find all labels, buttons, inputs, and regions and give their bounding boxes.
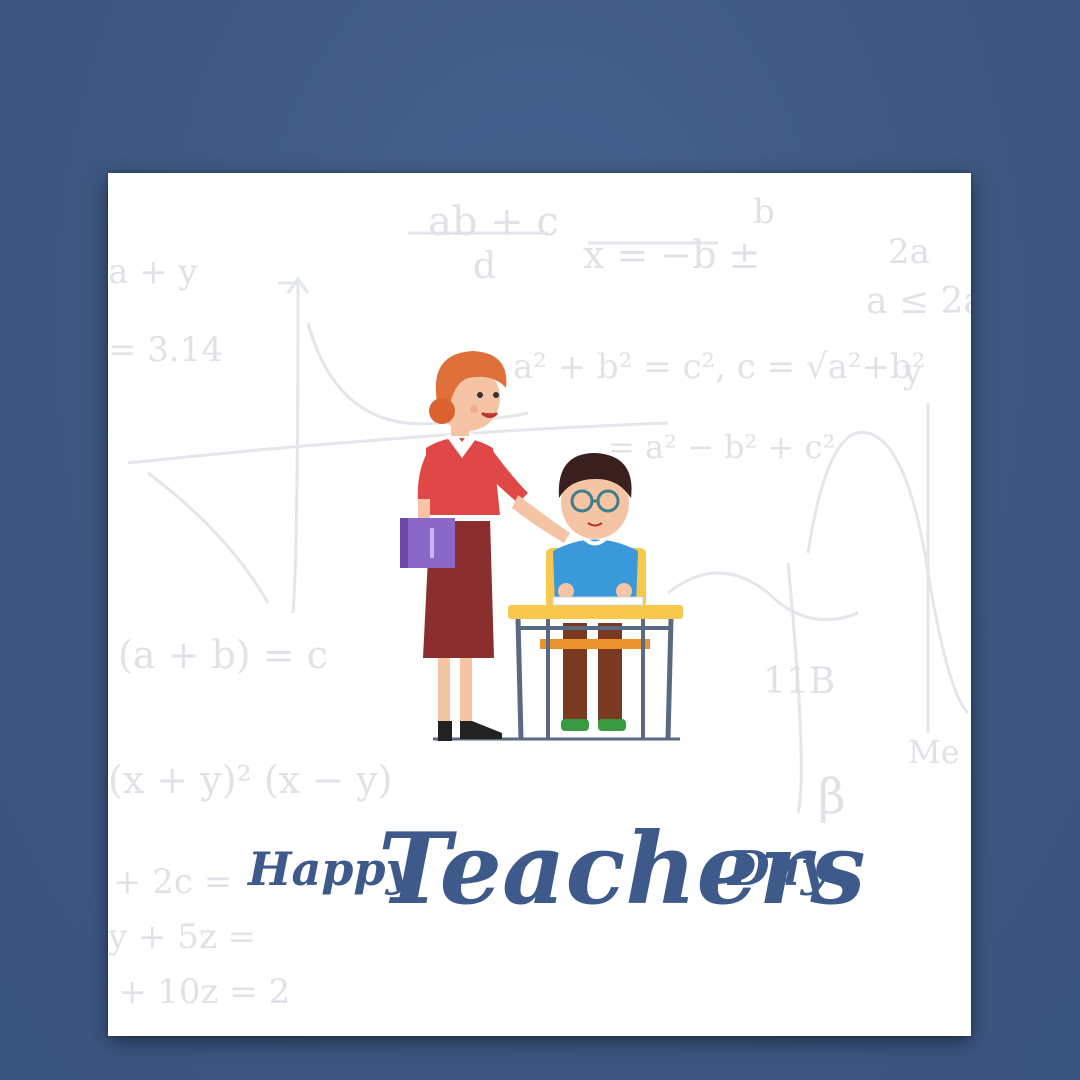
greeting-text: Happy Teachers Day — [246, 812, 866, 927]
greeting-word-day: Day — [726, 841, 832, 897]
greeting-card: ab + c d x = −b ± b 2a a + y a ≤ 2a = 3.… — [108, 173, 971, 1036]
